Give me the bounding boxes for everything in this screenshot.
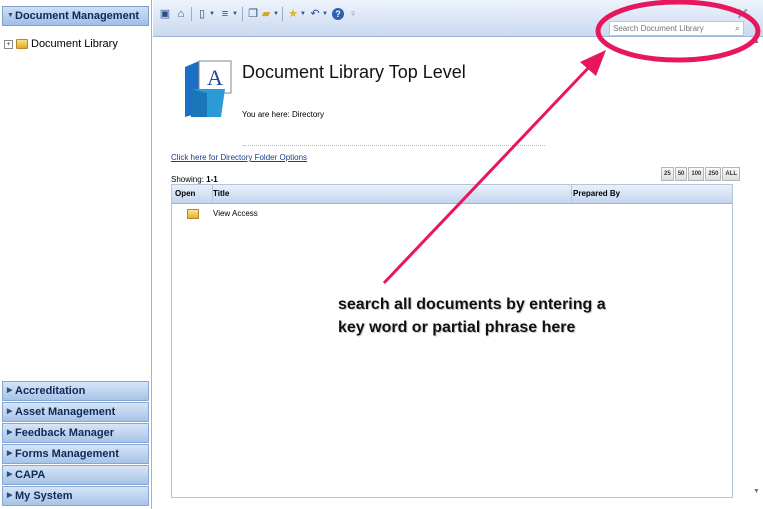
page-size-all-button[interactable]: ALL	[722, 167, 741, 181]
expand-arrow-icon: ▶	[7, 429, 13, 436]
annotation-arrow-head-icon	[580, 50, 606, 76]
page-size-100-button[interactable]: 100	[688, 167, 705, 181]
column-header-title[interactable]: Title	[210, 185, 572, 203]
expand-arrow-icon: ▶	[7, 408, 13, 415]
search-box: ⌕	[609, 21, 744, 36]
column-header-open[interactable]: Open	[172, 185, 213, 203]
scroll-down-arrow-icon[interactable]: ▼	[752, 488, 761, 495]
sidebar-section-label: Accreditation	[15, 385, 86, 397]
sidebar-section-label: CAPA	[15, 469, 46, 481]
toolbar-separator	[191, 7, 192, 21]
sidebar-section-label: Forms Management	[15, 448, 119, 460]
expand-arrow-icon: ▶	[7, 471, 13, 478]
copy-icon[interactable]: ❐	[247, 8, 259, 20]
showing-range: 1-1	[206, 175, 218, 184]
toolbar-separator	[282, 7, 283, 21]
sidebar-section-label: Feedback Manager	[15, 427, 115, 439]
tree-item-label: Document Library	[31, 38, 118, 50]
column-header-prepared-by[interactable]: Prepared By	[570, 185, 620, 203]
collapse-arrow-icon: ▼	[7, 12, 14, 19]
home-icon[interactable]: ⌂	[175, 8, 187, 20]
sidebar-section-feedback-manager[interactable]: ▶ Feedback Manager	[2, 423, 149, 443]
sidebar-section-accreditation[interactable]: ▶ Accreditation	[2, 381, 149, 401]
sidebar: ▼ Document Management + Document Library…	[0, 0, 152, 509]
chevron-down-icon[interactable]: ▼	[206, 8, 218, 20]
page-size-25-button[interactable]: 25	[661, 167, 674, 181]
sidebar-section-asset-management[interactable]: ▶ Asset Management	[2, 402, 149, 422]
scroll-up-arrow-icon[interactable]: ▲	[752, 38, 761, 45]
chevron-down-icon[interactable]: ▼	[297, 8, 309, 20]
folder-options-link[interactable]: Click here for Directory Folder Options	[171, 153, 307, 162]
document-library-logo-icon: A	[185, 60, 232, 117]
sidebar-header-label: Document Management	[15, 10, 140, 22]
search-input[interactable]	[610, 22, 732, 35]
sidebar-section-label: My System	[15, 490, 73, 502]
chevron-down-icon[interactable]: ▼	[319, 8, 331, 20]
toolbar-separator	[242, 7, 243, 21]
page-size-selector: 25 50 100 250 ALL	[660, 167, 741, 181]
page-size-250-button[interactable]: 250	[705, 167, 722, 181]
showing-count: Showing: 1-1	[171, 175, 218, 184]
open-folder-icon[interactable]	[187, 209, 199, 219]
page-size-50-button[interactable]: 50	[674, 167, 688, 181]
divider	[243, 145, 545, 146]
showing-label: Showing:	[171, 175, 204, 184]
chevron-down-icon[interactable]: ▼	[270, 8, 282, 20]
search-icon[interactable]: ⌕	[735, 23, 740, 34]
tree-item-document-library[interactable]: + Document Library	[4, 38, 118, 50]
sidebar-section-capa[interactable]: ▶ CAPA	[2, 465, 149, 485]
sidebar-section-label: Asset Management	[15, 406, 116, 418]
sidebar-header-document-management[interactable]: ▼ Document Management	[2, 6, 149, 26]
expand-arrow-icon: ▶	[7, 450, 13, 457]
logo-letter: A	[207, 65, 223, 90]
expand-arrow-icon: ▶	[7, 492, 13, 499]
folder-icon	[16, 39, 28, 49]
table-row[interactable]: View Access	[172, 204, 732, 226]
help-icon[interactable]: ?	[332, 8, 344, 20]
lightbulb-icon[interactable]: ♀	[347, 8, 359, 20]
save-icon[interactable]: ▣	[159, 8, 171, 20]
sidebar-section-my-system[interactable]: ▶ My System	[2, 486, 149, 506]
annotation-text: search all documents by entering a key w…	[338, 296, 606, 336]
row-title[interactable]: View Access	[213, 209, 258, 218]
breadcrumb: You are here: Directory	[242, 110, 324, 119]
sidebar-section-forms-management[interactable]: ▶ Forms Management	[2, 444, 149, 464]
grid-header: Open Title Prepared By	[172, 185, 732, 204]
expand-icon[interactable]: +	[4, 39, 13, 49]
document-grid: Open Title Prepared By View Access	[171, 184, 733, 498]
expand-arrow-icon: ▶	[7, 387, 13, 394]
page-title: Document Library Top Level	[242, 62, 466, 82]
chevron-down-icon[interactable]: ▼	[229, 8, 241, 20]
